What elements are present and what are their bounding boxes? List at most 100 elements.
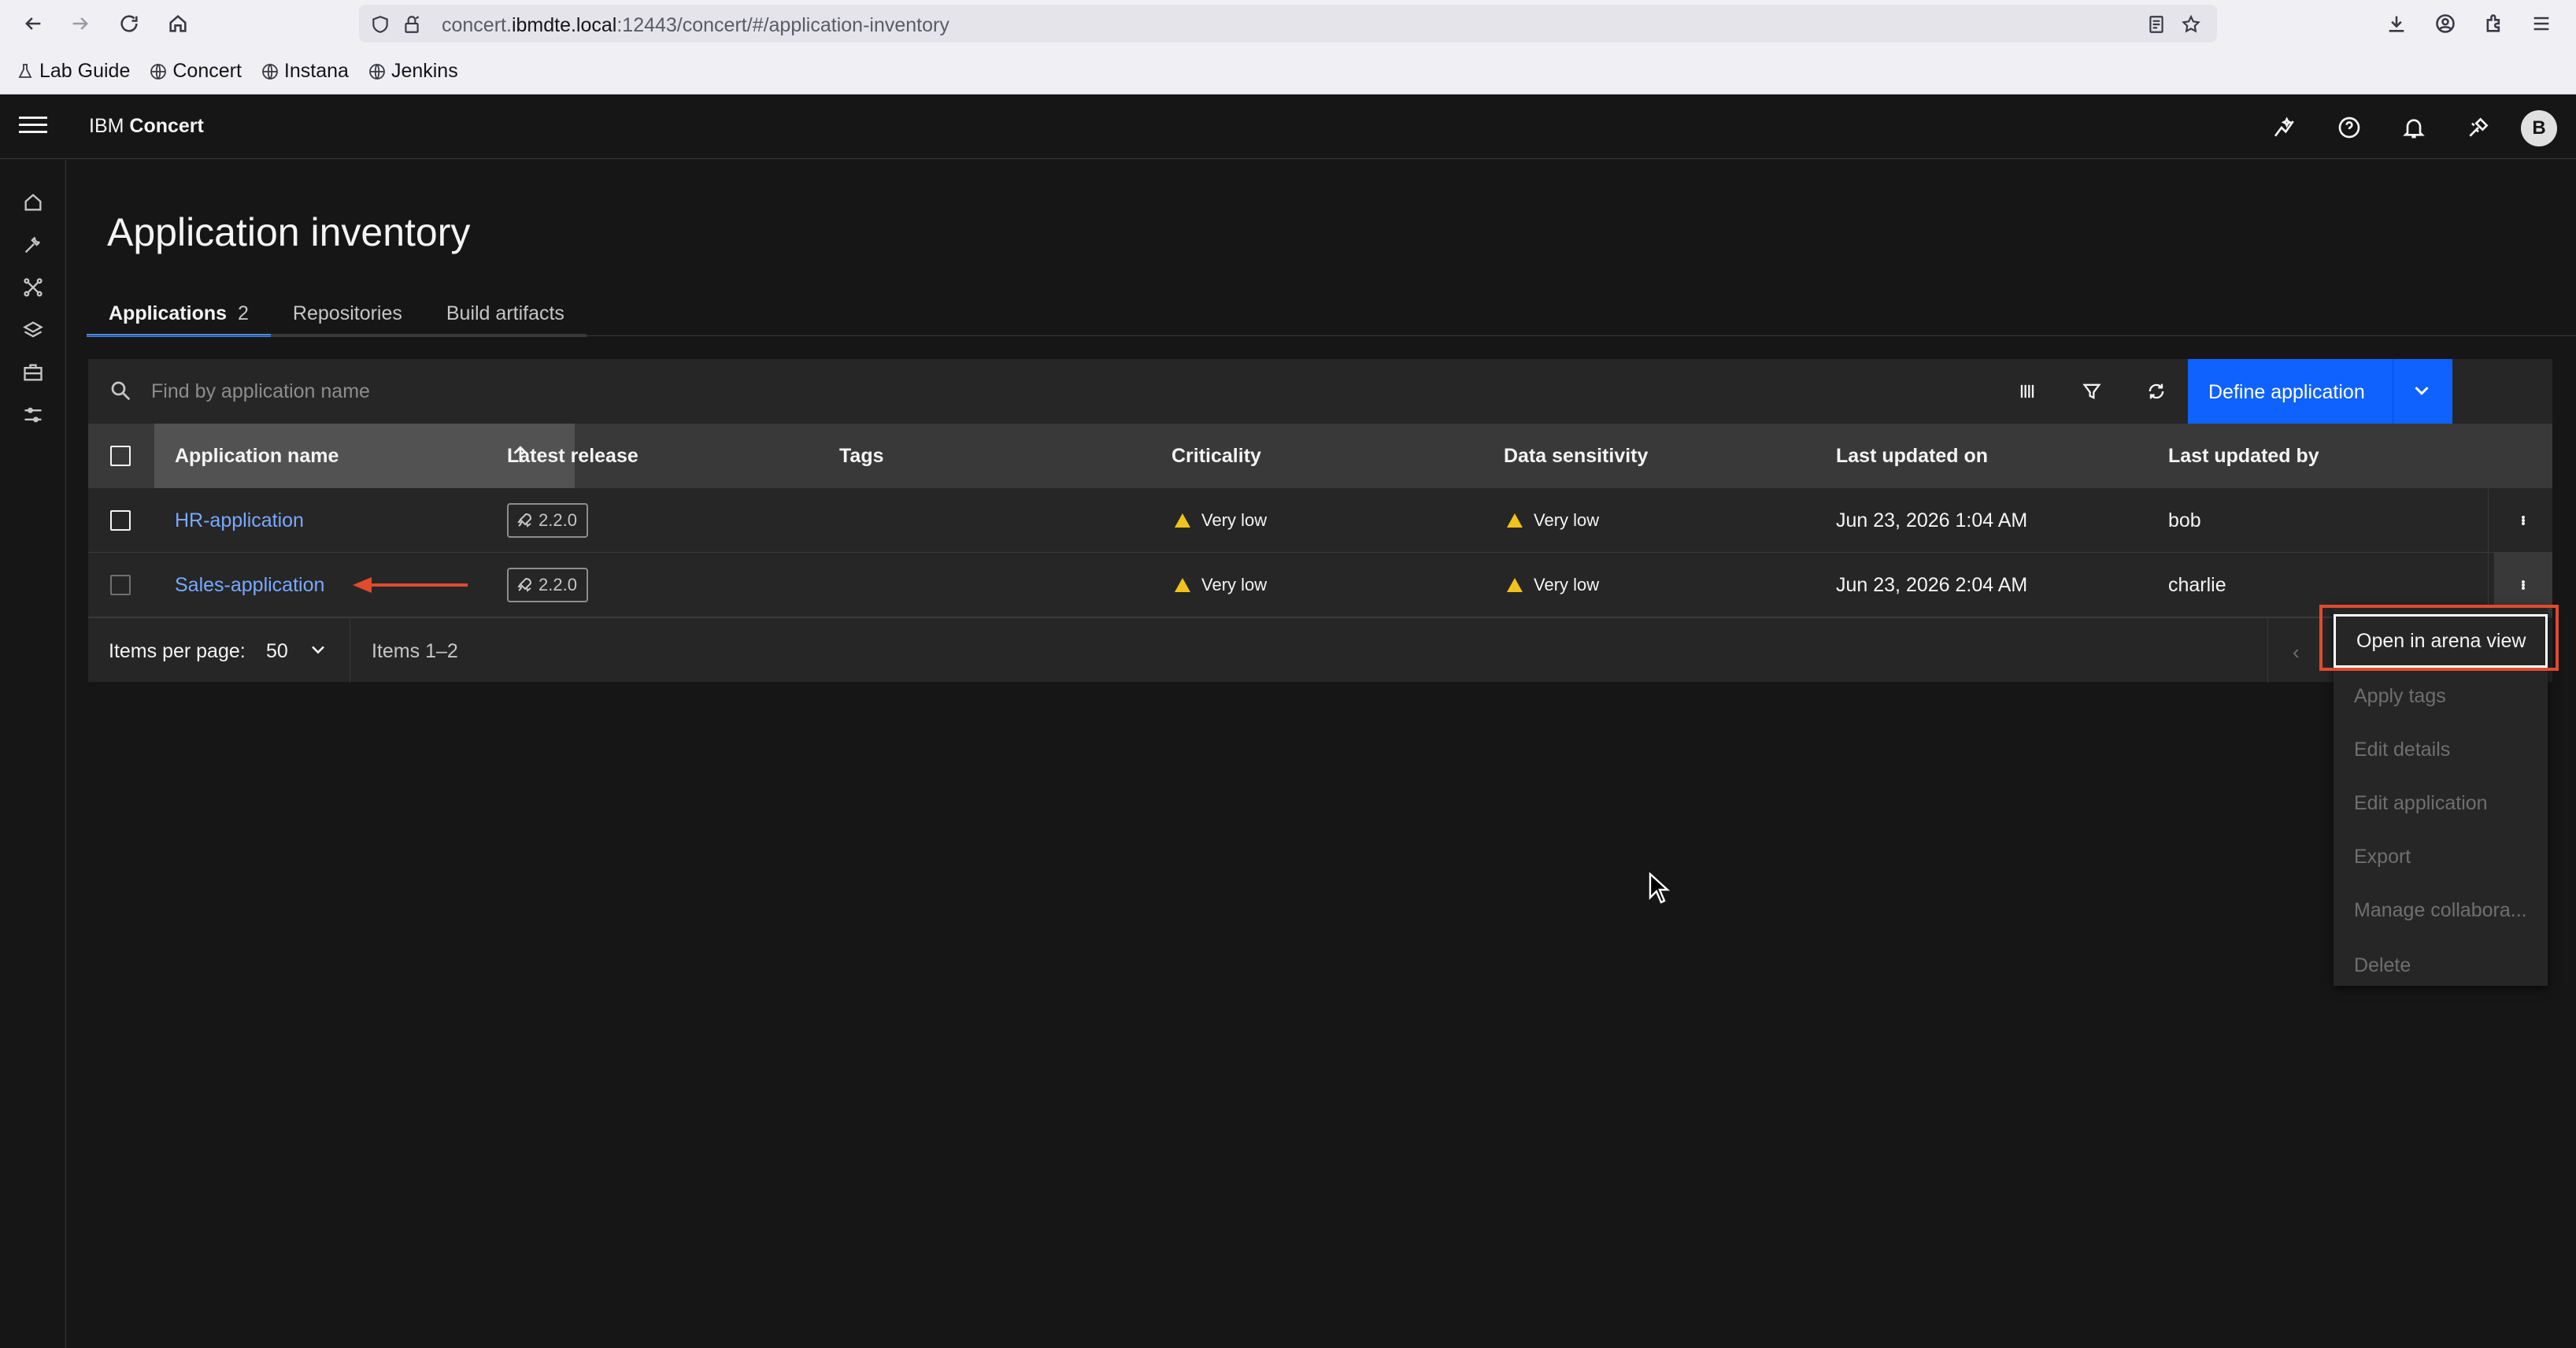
criticality-value: Very low: [1201, 575, 1268, 594]
last-updated-on-cell: Jun 23, 2026 1:04 AM: [1836, 509, 2028, 531]
ai-assistant-icon[interactable]: [2267, 110, 2302, 145]
brand-name: Concert: [129, 115, 204, 137]
globe-icon: [369, 63, 385, 80]
columns-icon[interactable]: [2011, 375, 2044, 408]
browser-toolbar: concert.ibmdte.local:12443/concert/#/app…: [0, 0, 2576, 94]
warning-triangle-icon: [1175, 578, 1190, 592]
settings-sliders-icon[interactable]: [19, 401, 47, 429]
home-icon: [169, 14, 187, 32]
account-button[interactable]: [2430, 8, 2461, 39]
overflow-dots-icon: [2522, 580, 2525, 590]
last-updated-by-cell: bob: [2168, 509, 2201, 531]
column-label: Latest release: [507, 444, 638, 467]
extensions-button[interactable]: [2478, 8, 2510, 39]
chevron-down-icon[interactable]: [2410, 379, 2434, 402]
bookmarks-bar: Lab Guide Concert Instana Jenkins: [16, 60, 458, 83]
filter-icon[interactable]: [2075, 375, 2108, 408]
rocket-icon: [517, 513, 532, 528]
home-icon[interactable]: [19, 188, 47, 217]
column-header-tags[interactable]: Tags: [839, 424, 884, 488]
column-header-last-updated-on[interactable]: Last updated on: [1836, 424, 1988, 488]
hamburger-menu-icon[interactable]: [19, 112, 47, 140]
reload-button[interactable]: [113, 8, 145, 39]
url-prefix: concert.: [442, 14, 512, 36]
network-icon[interactable]: [19, 273, 47, 302]
notification-icon[interactable]: [2396, 110, 2431, 145]
criticality-cell: Very low: [1175, 488, 1267, 553]
chevron-down-icon[interactable]: [307, 639, 331, 662]
url-text[interactable]: concert.ibmdte.local:12443/concert/#/app…: [442, 14, 949, 37]
menu-item-delete[interactable]: Delete: [2334, 939, 2548, 992]
column-header-last-updated-by[interactable]: Last updated by: [2168, 424, 2319, 488]
hamburger-icon: [2533, 17, 2549, 31]
product-name[interactable]: IBM Concert: [89, 115, 204, 138]
column-label: Last updated by: [2168, 444, 2319, 467]
browser-menu-button[interactable]: [2526, 8, 2557, 39]
column-label: Criticality: [1171, 444, 1261, 467]
application-name-link[interactable]: Sales-application: [175, 553, 324, 617]
column-header-criticality[interactable]: Criticality: [1171, 424, 1261, 488]
menu-item-manage-collaborators[interactable]: Manage collabora...: [2334, 883, 2548, 937]
wrench-icon[interactable]: [19, 231, 47, 259]
home-button[interactable]: [162, 8, 194, 39]
bookmark-label: Concert: [172, 60, 242, 82]
back-button[interactable]: [17, 8, 49, 39]
last-updated-by-cell: charlie: [2168, 573, 2226, 596]
last-updated-on-cell: Jun 23, 2026 2:04 AM: [1836, 573, 2028, 596]
bookmark-star-icon[interactable]: [2179, 13, 2203, 36]
release-tag[interactable]: 2.2.0: [507, 503, 588, 538]
reader-view-icon[interactable]: [2145, 13, 2168, 36]
reload-icon: [120, 15, 138, 32]
release-version: 2.2.0: [539, 510, 577, 530]
shield-icon[interactable]: [368, 13, 392, 36]
menu-item-export[interactable]: Export: [2334, 830, 2548, 883]
select-all-checkbox[interactable]: [110, 446, 131, 466]
tab-label: Applications: [109, 302, 228, 324]
release-tag[interactable]: 2.2.0: [507, 568, 588, 602]
layers-icon[interactable]: [19, 316, 47, 344]
table-header: Application name Latest release Tags Cri…: [88, 424, 2552, 488]
search-input[interactable]: [151, 372, 1962, 411]
tab-repositories[interactable]: Repositories: [270, 293, 424, 337]
warning-triangle-icon: [1507, 513, 1523, 528]
pagination: Items per page: 50 Items 1–2 ‹: [88, 617, 2552, 683]
row-checkbox[interactable]: [110, 510, 131, 531]
bookmark-concert[interactable]: Concert: [149, 60, 242, 83]
row-checkbox[interactable]: [110, 575, 131, 595]
menu-item-edit-application[interactable]: Edit application: [2334, 776, 2548, 830]
tab-applications[interactable]: Applications 2: [87, 293, 271, 337]
bookmark-jenkins[interactable]: Jenkins: [368, 60, 458, 83]
column-header-data-sensitivity[interactable]: Data sensitivity: [1504, 424, 1648, 488]
downloads-button[interactable]: [2381, 8, 2412, 39]
bookmark-label: Lab Guide: [39, 60, 131, 82]
applications-table: Application name Latest release Tags Cri…: [88, 424, 2552, 683]
address-bar[interactable]: concert.ibmdte.local:12443/concert/#/app…: [359, 5, 2217, 43]
refresh-icon[interactable]: [2140, 375, 2173, 408]
define-application-button[interactable]: Define application: [2188, 359, 2452, 424]
lock-icon[interactable]: [400, 13, 424, 36]
bookmark-instana[interactable]: Instana: [261, 60, 349, 83]
account-icon: [2436, 14, 2455, 33]
help-icon[interactable]: [2332, 110, 2367, 145]
warning-triangle-icon: [1175, 513, 1190, 528]
items-per-page-select[interactable]: 50: [266, 640, 288, 663]
previous-page-button[interactable]: ‹: [2293, 640, 2300, 665]
bookmark-lab-guide[interactable]: Lab Guide: [16, 60, 130, 83]
criticality-cell: Very low: [1175, 553, 1267, 617]
row-overflow-menu-button[interactable]: [2494, 488, 2552, 553]
user-avatar[interactable]: B: [2521, 110, 2557, 146]
items-range: Items 1–2: [372, 640, 458, 662]
tab-build-artifacts[interactable]: Build artifacts: [424, 293, 587, 337]
url-path: :12443/concert/#/application-inventory: [616, 14, 949, 36]
tools-icon[interactable]: [2461, 110, 2496, 145]
application-name-link[interactable]: HR-application: [175, 488, 304, 553]
download-icon: [2389, 16, 2404, 32]
briefcase-icon[interactable]: [19, 358, 47, 387]
forward-button[interactable]: [65, 8, 96, 39]
bookmark-label: Jenkins: [390, 60, 458, 82]
column-header-latest-release[interactable]: Latest release: [507, 424, 638, 488]
annotation-arrow: [353, 577, 468, 593]
menu-item-edit-details[interactable]: Edit details: [2334, 723, 2548, 776]
menu-item-apply-tags[interactable]: Apply tags: [2334, 669, 2548, 723]
globe-icon: [150, 63, 167, 80]
